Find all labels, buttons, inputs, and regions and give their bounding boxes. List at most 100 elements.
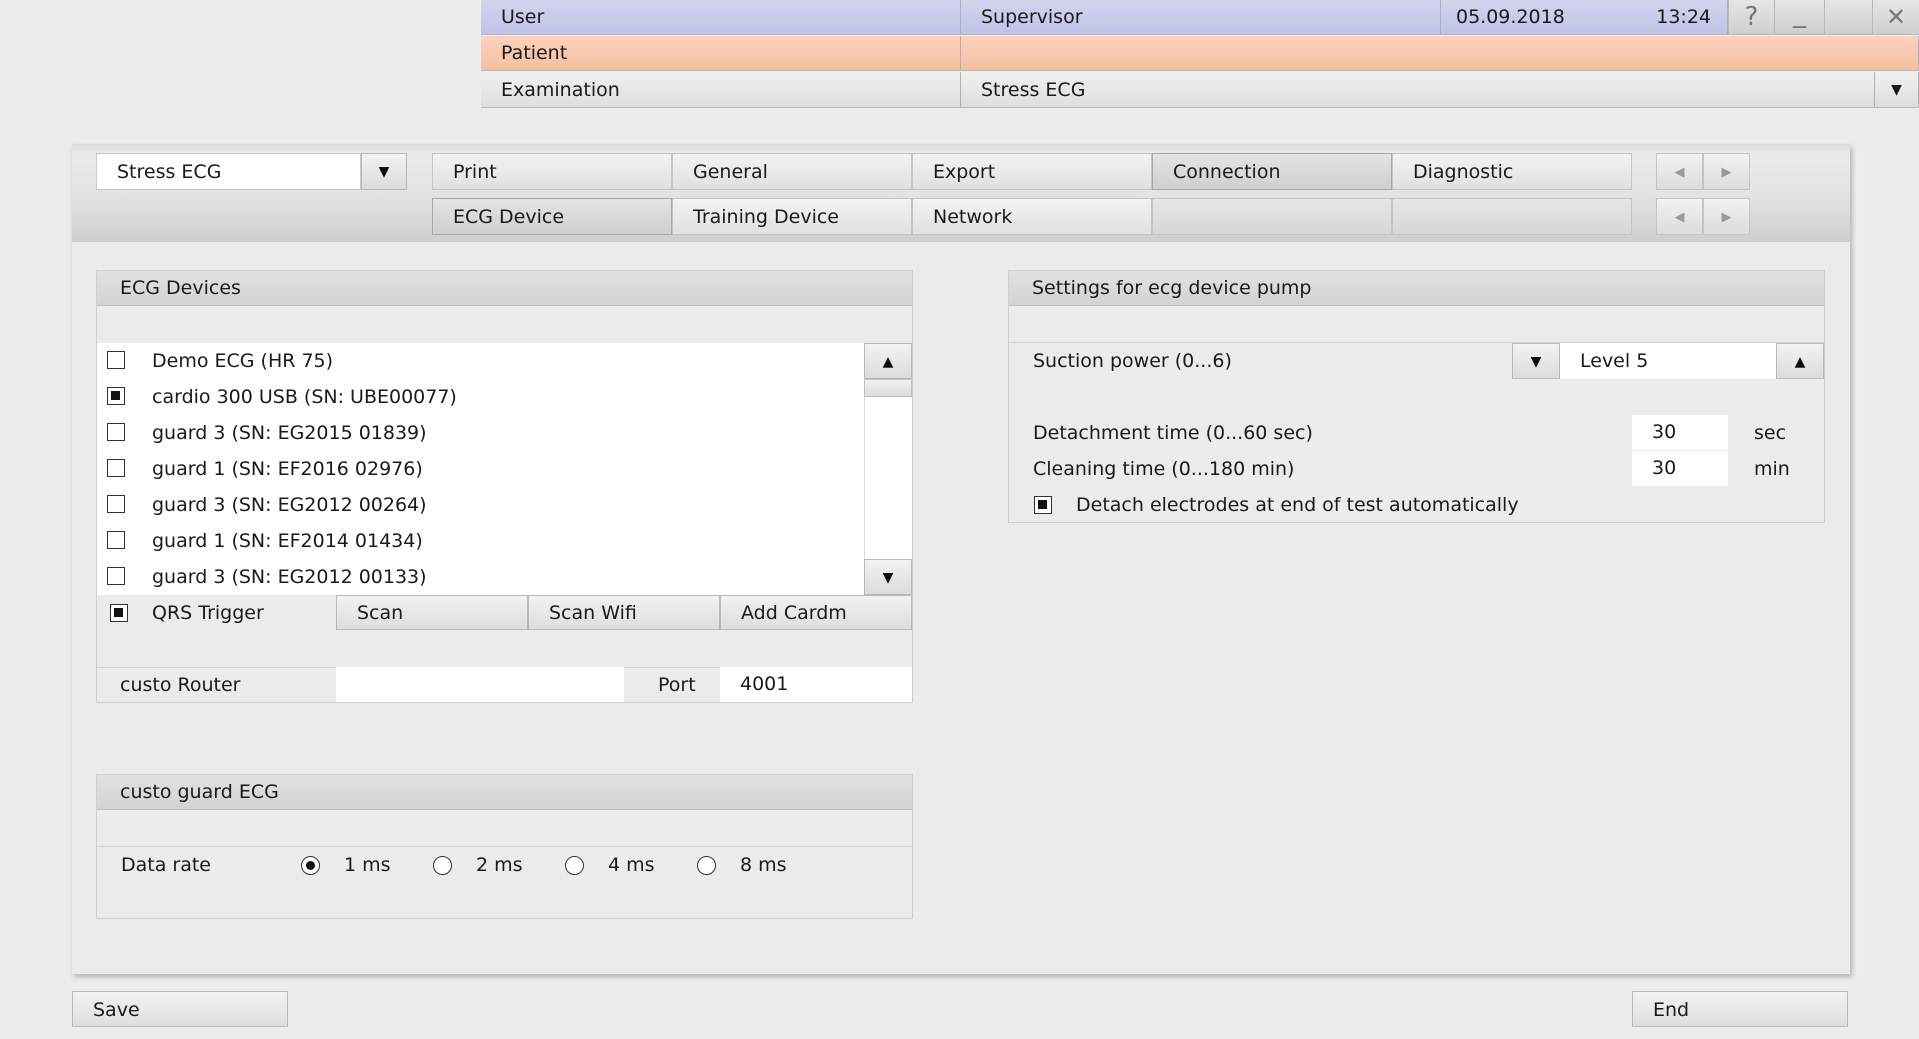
rate-label-4ms: 4 ms [608,854,655,876]
close-button[interactable]: ✕ [1872,0,1919,35]
cleaning-time-input[interactable]: 30 [1632,451,1728,486]
chevron-down-icon: ▼ [1530,354,1542,370]
tab-connection[interactable]: Connection [1152,153,1392,190]
user-value[interactable]: Supervisor [961,0,1441,35]
auto-detach-checkbox[interactable] [1034,496,1052,514]
chevron-left-icon: ◀ [1674,165,1685,180]
device-checkbox[interactable] [107,567,125,585]
device-label: cardio 300 USB (SN: UBE00077) [152,386,457,408]
qrs-trigger-label: QRS Trigger [152,602,264,624]
router-input[interactable] [336,667,624,702]
suction-power-value[interactable]: Level 5 [1560,343,1776,379]
patient-value[interactable] [961,36,1919,71]
guard-ecg-title: custo guard ECG [97,775,912,810]
detachment-time-unit: sec [1754,422,1787,444]
suction-increase-button[interactable]: ▲ [1776,343,1824,379]
data-rate-label: Data rate [121,854,211,876]
tab-training-device[interactable]: Training Device [672,198,912,235]
cleaning-time-label: Cleaning time (0...180 min) [1033,458,1295,480]
chevron-up-icon: ▲ [1794,354,1806,370]
qrs-trigger-checkbox[interactable] [110,604,128,622]
rate-radio-1ms[interactable] [301,856,320,875]
chevron-left-icon: ◀ [1674,210,1685,225]
scroll-thumb[interactable] [864,379,912,397]
tabs-bottom-next-button[interactable]: ▶ [1703,198,1750,235]
list-item[interactable]: guard 1 (SN: EF2014 01434) [97,523,864,559]
auto-detach-label: Detach electrodes at end of test automat… [1076,494,1519,516]
chevron-up-icon: ▲ [882,354,894,370]
rate-radio-2ms[interactable] [433,856,452,875]
add-cardm-button[interactable]: Add Cardm [720,595,912,630]
rate-radio-8ms[interactable] [697,856,716,875]
tabs-top-prev-button[interactable]: ◀ [1656,153,1703,190]
time-text: 13:24 [1656,6,1711,28]
chevron-right-icon: ▶ [1721,165,1732,180]
tab-network[interactable]: Network [912,198,1152,235]
ecg-devices-title: ECG Devices [97,271,912,306]
scroll-up-button[interactable]: ▲ [864,343,912,379]
device-label: guard 3 (SN: EG2012 00264) [152,494,427,516]
examination-dropdown-button[interactable]: ▼ [1875,72,1919,108]
rate-label-2ms: 2 ms [476,854,523,876]
device-checkbox[interactable] [107,351,125,369]
help-button[interactable]: ? [1728,0,1774,35]
device-checkbox[interactable] [107,495,125,513]
list-item[interactable]: guard 1 (SN: EF2016 02976) [97,451,864,487]
list-item[interactable]: guard 3 (SN: EG2012 00264) [97,487,864,523]
list-item[interactable]: guard 3 (SN: EG2015 01839) [97,415,864,451]
tab-print[interactable]: Print [432,153,672,190]
config-selector-dropdown-button[interactable]: ▼ [361,153,407,190]
scan-button[interactable]: Scan [336,595,528,630]
device-label: guard 3 (SN: EG2012 00133) [152,566,427,588]
port-label: Port [658,674,696,696]
rate-radio-4ms[interactable] [565,856,584,875]
user-label: User [481,0,961,35]
device-checkbox[interactable] [107,423,125,441]
device-checkbox[interactable] [107,531,125,549]
device-checkbox[interactable] [107,459,125,477]
tab-export[interactable]: Export [912,153,1152,190]
tab-empty-2 [1392,198,1632,235]
rate-label-8ms: 8 ms [740,854,787,876]
config-selector[interactable]: Stress ECG [96,153,361,190]
tabs-bottom-prev-button[interactable]: ◀ [1656,198,1703,235]
detachment-time-label: Detachment time (0...60 sec) [1033,422,1313,444]
guard-ecg-spacer [97,846,912,847]
tab-empty-1 [1152,198,1392,235]
list-item[interactable]: guard 3 (SN: EG2012 00133) [97,559,864,595]
chevron-down-icon: ▼ [882,570,894,586]
examination-value[interactable]: Stress ECG [961,72,1875,108]
save-button[interactable]: Save [72,991,288,1027]
device-checkbox[interactable] [107,387,125,405]
device-label: guard 1 (SN: EF2014 01434) [152,530,423,552]
chevron-down-icon: ▼ [378,164,390,180]
tabs-top-next-button[interactable]: ▶ [1703,153,1750,190]
suction-decrease-button[interactable]: ▼ [1512,343,1560,379]
rate-label-1ms: 1 ms [344,854,391,876]
device-label: guard 3 (SN: EG2015 01839) [152,422,427,444]
detachment-time-input[interactable]: 30 [1632,415,1728,450]
ecg-device-list[interactable]: Demo ECG (HR 75) cardio 300 USB (SN: UBE… [97,343,864,595]
port-input[interactable]: 4001 [720,667,912,702]
pump-settings-title: Settings for ecg device pump [1009,271,1824,306]
cleaning-time-unit: min [1754,458,1790,480]
tab-general[interactable]: General [672,153,912,190]
router-label: custo Router [120,674,241,696]
list-item[interactable]: Demo ECG (HR 75) [97,343,864,379]
suction-power-label: Suction power (0...6) [1033,350,1232,372]
scroll-down-button[interactable]: ▼ [864,559,912,595]
device-label: guard 1 (SN: EF2016 02976) [152,458,423,480]
list-item[interactable]: cardio 300 USB (SN: UBE00077) [97,379,864,415]
tab-ecg-device[interactable]: ECG Device [432,198,672,235]
chevron-down-icon: ▼ [1891,82,1902,98]
end-button[interactable]: End [1632,991,1848,1027]
date-time-cell: 05.09.2018 13:24 [1441,0,1728,35]
date-text: 05.09.2018 [1456,6,1565,28]
device-label: Demo ECG (HR 75) [152,350,334,372]
patient-label: Patient [481,36,961,71]
examination-label: Examination [481,72,961,108]
spacer-button [1824,0,1872,35]
minimize-button[interactable]: _ [1774,0,1824,35]
scan-wifi-button[interactable]: Scan Wifi [528,595,720,630]
tab-diagnostic[interactable]: Diagnostic [1392,153,1632,190]
